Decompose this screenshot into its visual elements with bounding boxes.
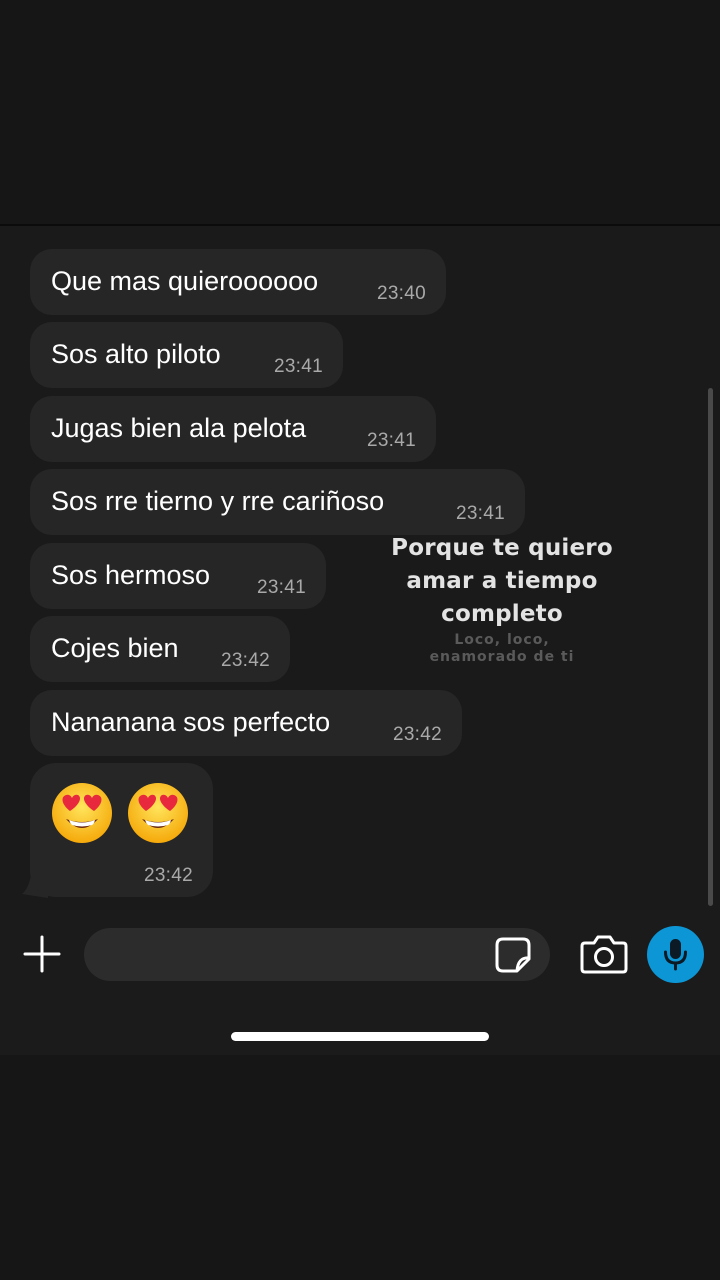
chat-scrollbar[interactable]: [708, 388, 713, 906]
microphone-icon: [664, 939, 687, 971]
message-bubble[interactable]: Que mas quieroooooo 23:40: [30, 249, 446, 315]
emoji-message-bubble[interactable]: 23:42: [30, 763, 213, 897]
lyrics-line: amar a tiempo: [406, 568, 598, 594]
message-text: Sos alto piloto: [51, 339, 221, 369]
message-time: 23:42: [220, 650, 270, 671]
message-time: 23:42: [392, 724, 442, 745]
heart-eyes-emoji-icon: [52, 783, 112, 843]
message-bubble[interactable]: Cojes bien 23:42: [30, 616, 290, 682]
message-time: 23:41: [366, 430, 416, 451]
emoji-row: [50, 781, 190, 845]
message-input-field[interactable]: [84, 928, 550, 983]
screen: Que mas quieroooooo 23:40 Sos alto pilot…: [0, 0, 720, 1280]
message-time: 23:41: [256, 577, 306, 598]
heart-eyes-emoji-icon: [128, 783, 188, 843]
lyrics-subline: Loco, loco,: [454, 632, 550, 648]
message-time: 23:42: [143, 865, 193, 886]
message-time: 23:41: [273, 356, 323, 377]
sticker-icon[interactable]: [494, 936, 532, 974]
message-time: 23:41: [455, 503, 505, 524]
message-time: 23:40: [376, 283, 426, 304]
message-bubble[interactable]: Sos rre tierno y rre cariñoso 23:41: [30, 469, 525, 535]
bottom-blank-area: [0, 1055, 720, 1280]
lyrics-line: Porque te quiero: [391, 535, 613, 561]
lyrics-line: completo: [441, 601, 563, 627]
message-text: Jugas bien ala pelota: [51, 413, 307, 443]
message-text: Nananana sos perfecto: [51, 707, 331, 737]
message-text: Cojes bien: [51, 633, 179, 663]
home-indicator[interactable]: [231, 1032, 489, 1041]
lyrics-overlay: Porque te quiero amar a tiempo completo …: [370, 532, 634, 665]
message-bubble[interactable]: Sos alto piloto 23:41: [30, 322, 343, 388]
message-bubble[interactable]: Sos hermoso 23:41: [30, 543, 326, 609]
message-bubble[interactable]: Jugas bien ala pelota 23:41: [30, 396, 436, 462]
camera-icon[interactable]: [580, 933, 628, 975]
message-text: Sos rre tierno y rre cariñoso: [51, 486, 385, 516]
message-input[interactable]: [106, 928, 490, 983]
microphone-button[interactable]: [647, 926, 704, 983]
message-text: Que mas quieroooooo: [51, 266, 319, 296]
lyrics-subline: enamorado de ti: [429, 649, 575, 665]
message-bubble[interactable]: Nananana sos perfecto 23:42: [30, 690, 462, 756]
message-text: Sos hermoso: [51, 560, 211, 590]
plus-icon[interactable]: [22, 934, 62, 974]
top-blank-area: [0, 0, 720, 225]
